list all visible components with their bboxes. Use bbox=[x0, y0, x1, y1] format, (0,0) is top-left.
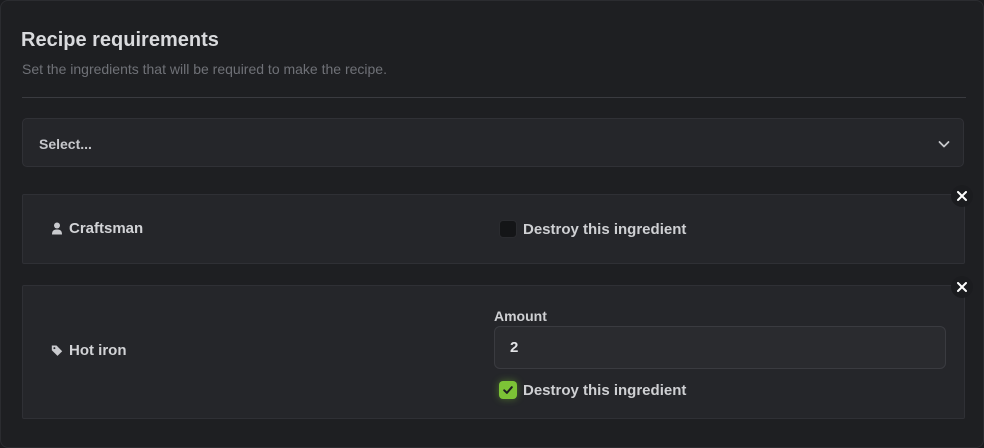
ingredient-name: Hot iron bbox=[51, 342, 127, 359]
destroy-ingredient-toggle[interactable]: Destroy this ingredient bbox=[499, 381, 686, 399]
ingredient-card: Hot iron Amount Destroy this ingredient bbox=[22, 285, 965, 419]
destroy-label: Destroy this ingredient bbox=[523, 381, 687, 399]
chevron-down-icon bbox=[938, 141, 950, 148]
ingredient-name-label: Hot iron bbox=[69, 342, 127, 359]
ingredient-card: Craftsman Destroy this ingredient bbox=[22, 194, 965, 264]
destroy-label: Destroy this ingredient bbox=[523, 220, 687, 238]
divider bbox=[22, 97, 966, 98]
close-icon bbox=[957, 191, 967, 201]
ingredient-name-label: Craftsman bbox=[69, 220, 144, 237]
select-placeholder: Select... bbox=[39, 136, 92, 152]
close-icon bbox=[957, 282, 967, 292]
remove-ingredient-button[interactable] bbox=[951, 185, 973, 207]
amount-input[interactable] bbox=[494, 326, 946, 369]
remove-ingredient-button[interactable] bbox=[951, 276, 973, 298]
recipe-requirements-panel: Recipe requirements Set the ingredients … bbox=[0, 0, 984, 448]
destroy-checkbox[interactable] bbox=[499, 381, 517, 399]
section-subtitle: Set the ingredients that will be require… bbox=[22, 61, 387, 77]
section-title: Recipe requirements bbox=[21, 29, 219, 51]
check-icon bbox=[503, 386, 513, 394]
tag-icon bbox=[51, 345, 63, 356]
ingredient-name: Craftsman bbox=[51, 220, 143, 237]
amount-label: Amount bbox=[494, 308, 547, 324]
destroy-ingredient-toggle[interactable]: Destroy this ingredient bbox=[499, 220, 686, 238]
ingredient-select[interactable]: Select... bbox=[22, 118, 964, 167]
user-icon bbox=[52, 222, 62, 235]
destroy-checkbox[interactable] bbox=[499, 220, 517, 238]
